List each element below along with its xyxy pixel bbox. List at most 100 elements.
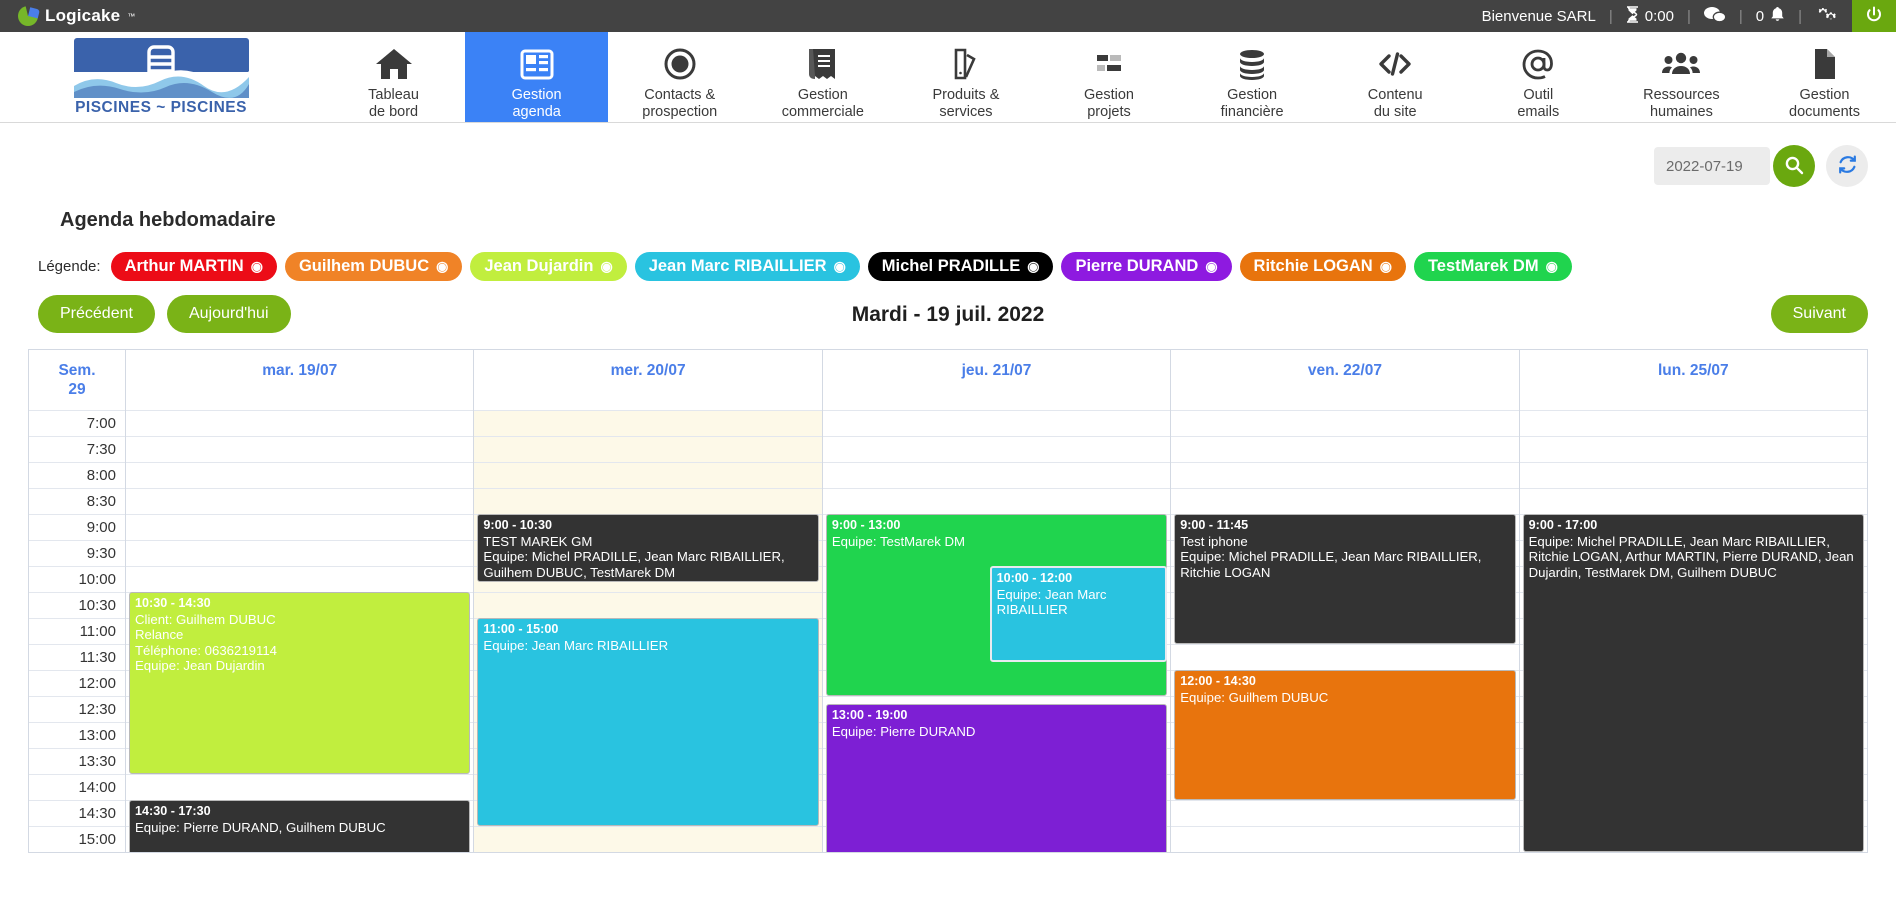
calendar-event[interactable]: 14:30 - 17:30 Equipe: Pierre DURAND, Gui…	[129, 800, 471, 852]
day-header-lun-25-07[interactable]: lun. 25/07	[1518, 350, 1867, 410]
event-detail: TEST MAREK GM	[483, 533, 593, 549]
time-label: 13:30	[29, 748, 125, 774]
time-slot[interactable]	[126, 566, 474, 592]
event-time: 12:00 - 14:30	[1180, 674, 1256, 688]
timer-widget[interactable]: 0:00	[1613, 6, 1687, 26]
eye-icon[interactable]: ◉	[1380, 258, 1392, 275]
settings-button[interactable]	[1802, 6, 1852, 27]
calendar-header-row: Sem. 29 mar. 19/07 mer. 20/07 jeu. 21/07…	[29, 349, 1867, 410]
nav-label: Gestion commerciale	[781, 87, 864, 120]
nav-label: Gestion documents	[1789, 87, 1860, 120]
document-icon	[1804, 44, 1844, 84]
date-input[interactable]	[1654, 147, 1770, 185]
nav-item-produits-services[interactable]: Produits & services	[894, 32, 1037, 122]
time-slot[interactable]	[126, 540, 474, 566]
day-header-mar-19-07[interactable]: mar. 19/07	[125, 350, 473, 410]
time-slot[interactable]	[126, 462, 474, 488]
at-sign-icon	[1518, 44, 1558, 84]
time-slot[interactable]	[822, 436, 1171, 462]
time-slot[interactable]	[474, 826, 822, 852]
calendar-event[interactable]: 10:00 - 12:00 Equipe: Jean Marc RIBAILLI…	[989, 566, 1168, 662]
calendar-event[interactable]: 10:30 - 14:30 Client: Guilhem DUBUC Rela…	[129, 592, 471, 774]
navigation-buttons: Précédent Aujourd'hui Suivant	[0, 281, 1896, 333]
nav-item-gestion-documents[interactable]: Gestion documents	[1753, 32, 1896, 122]
calendar-event[interactable]: 12:00 - 14:30 Equipe: Guilhem DUBUC	[1174, 670, 1516, 800]
day-column-mar-19-07[interactable]: 10:30 - 14:30 Client: Guilhem DUBUC Rela…	[125, 410, 474, 852]
time-slot[interactable]	[126, 514, 474, 540]
day-column-lun-25-07[interactable]: 9:00 - 17:00 Equipe: Michel PRADILLE, Je…	[1518, 410, 1868, 852]
eye-icon[interactable]: ◉	[1546, 258, 1558, 275]
time-slot[interactable]	[474, 436, 822, 462]
page-title: Agenda hebdomadaire	[60, 209, 276, 231]
time-slot[interactable]	[474, 488, 822, 514]
time-slot[interactable]	[822, 488, 1171, 514]
chat-button[interactable]	[1691, 6, 1739, 26]
nav-item-gestion-commerciale[interactable]: Gestion commerciale	[751, 32, 894, 122]
time-label: 8:30	[29, 488, 125, 514]
nav-item-ressources-humaines[interactable]: Ressources humaines	[1610, 32, 1753, 122]
nav-item-gestion-financiere[interactable]: Gestion financière	[1181, 32, 1324, 122]
time-slot[interactable]	[1171, 410, 1519, 436]
day-column-mer-20-07[interactable]: 9:00 - 10:30 TEST MAREK GM Equipe: Miche…	[473, 410, 822, 852]
time-slot[interactable]	[1171, 462, 1519, 488]
next-button[interactable]: Suivant	[1770, 295, 1868, 333]
refresh-button[interactable]	[1826, 145, 1868, 187]
nav-item-tableau-de-bord[interactable]: Tableau de bord	[322, 32, 465, 122]
time-slot[interactable]	[474, 592, 822, 618]
time-slot[interactable]	[1171, 488, 1519, 514]
day-header-ven-22-07[interactable]: ven. 22/07	[1170, 350, 1518, 410]
time-slot[interactable]	[1519, 410, 1868, 436]
today-button[interactable]: Aujourd'hui	[166, 295, 291, 333]
time-slot[interactable]	[474, 410, 822, 436]
nav-item-gestion-projets[interactable]: Gestion projets	[1037, 32, 1180, 122]
eye-icon[interactable]: ◉	[1027, 258, 1039, 275]
time-slot[interactable]	[126, 488, 474, 514]
time-slot[interactable]	[126, 410, 474, 436]
eye-icon[interactable]: ◉	[436, 258, 448, 275]
company-logo[interactable]: PISCINES ~ PISCINES	[0, 32, 322, 122]
nav-item-contacts-prospection[interactable]: Contacts & prospection	[608, 32, 751, 122]
calendar-event[interactable]: 13:00 - 19:00 Equipe: Pierre DURAND	[825, 704, 1168, 852]
time-slot[interactable]	[1519, 462, 1868, 488]
legend-badge-ritchie-logan[interactable]: Ritchie LOGAN ◉	[1239, 252, 1406, 281]
eye-icon[interactable]: ◉	[834, 258, 846, 275]
eye-icon[interactable]: ◉	[251, 258, 263, 275]
time-slot[interactable]	[1171, 436, 1519, 462]
time-slot[interactable]	[126, 774, 474, 800]
nav-item-contenu-du-site[interactable]: Contenu du site	[1324, 32, 1467, 122]
day-header-mer-20-07[interactable]: mer. 20/07	[473, 350, 821, 410]
time-slot[interactable]	[1171, 644, 1519, 670]
legend-badge-jean-dujardin[interactable]: Jean Dujardin ◉	[470, 252, 627, 281]
day-header-jeu-21-07[interactable]: jeu. 21/07	[821, 350, 1170, 410]
time-slot[interactable]	[822, 462, 1171, 488]
time-slot[interactable]	[1171, 826, 1519, 852]
nav-item-gestion-agenda[interactable]: Gestion agenda	[465, 32, 609, 122]
time-slot[interactable]	[1171, 800, 1519, 826]
legend-badge-pierre-durand[interactable]: Pierre DURAND ◉	[1061, 252, 1232, 281]
legend-badge-arthur-martin[interactable]: Arthur MARTIN ◉	[110, 252, 277, 281]
nav-item-outil-emails[interactable]: Outil emails	[1467, 32, 1610, 122]
calendar-event[interactable]: 9:00 - 17:00 Equipe: Michel PRADILLE, Je…	[1522, 514, 1865, 852]
chat-bubbles-icon	[1703, 6, 1727, 26]
calendar-event[interactable]: 9:00 - 11:45 Test iphone Equipe: Michel …	[1174, 514, 1516, 644]
search-button[interactable]	[1773, 145, 1815, 187]
legend-badge-testmarek-dm[interactable]: TestMarek DM ◉	[1413, 252, 1572, 281]
previous-button[interactable]: Précédent	[38, 295, 155, 333]
eye-icon[interactable]: ◉	[1205, 258, 1217, 275]
legend-badge-michel-pradille[interactable]: Michel PRADILLE ◉	[867, 252, 1054, 281]
logout-button[interactable]	[1852, 0, 1896, 32]
day-column-ven-22-07[interactable]: 9:00 - 11:45 Test iphone Equipe: Michel …	[1170, 410, 1519, 852]
time-slot[interactable]	[474, 462, 822, 488]
day-column-jeu-21-07[interactable]: 9:00 - 13:00 Equipe: TestMarek DM 10:00 …	[821, 410, 1171, 852]
time-slot[interactable]	[822, 410, 1171, 436]
eye-icon[interactable]: ◉	[600, 258, 612, 275]
time-slot[interactable]	[126, 436, 474, 462]
time-slot[interactable]	[1519, 488, 1868, 514]
code-brackets-icon	[1375, 44, 1415, 84]
time-slot[interactable]	[1519, 436, 1868, 462]
calendar-event[interactable]: 9:00 - 10:30 TEST MAREK GM Equipe: Miche…	[477, 514, 819, 582]
legend-badge-jean-marc-ribaillier[interactable]: Jean Marc RIBAILLIER ◉	[634, 252, 860, 281]
notifications-button[interactable]: 0	[1743, 6, 1798, 26]
legend-badge-guilhem-dubuc[interactable]: Guilhem DUBUC ◉	[284, 252, 463, 281]
calendar-event[interactable]: 11:00 - 15:00 Equipe: Jean Marc RIBAILLI…	[477, 618, 819, 826]
